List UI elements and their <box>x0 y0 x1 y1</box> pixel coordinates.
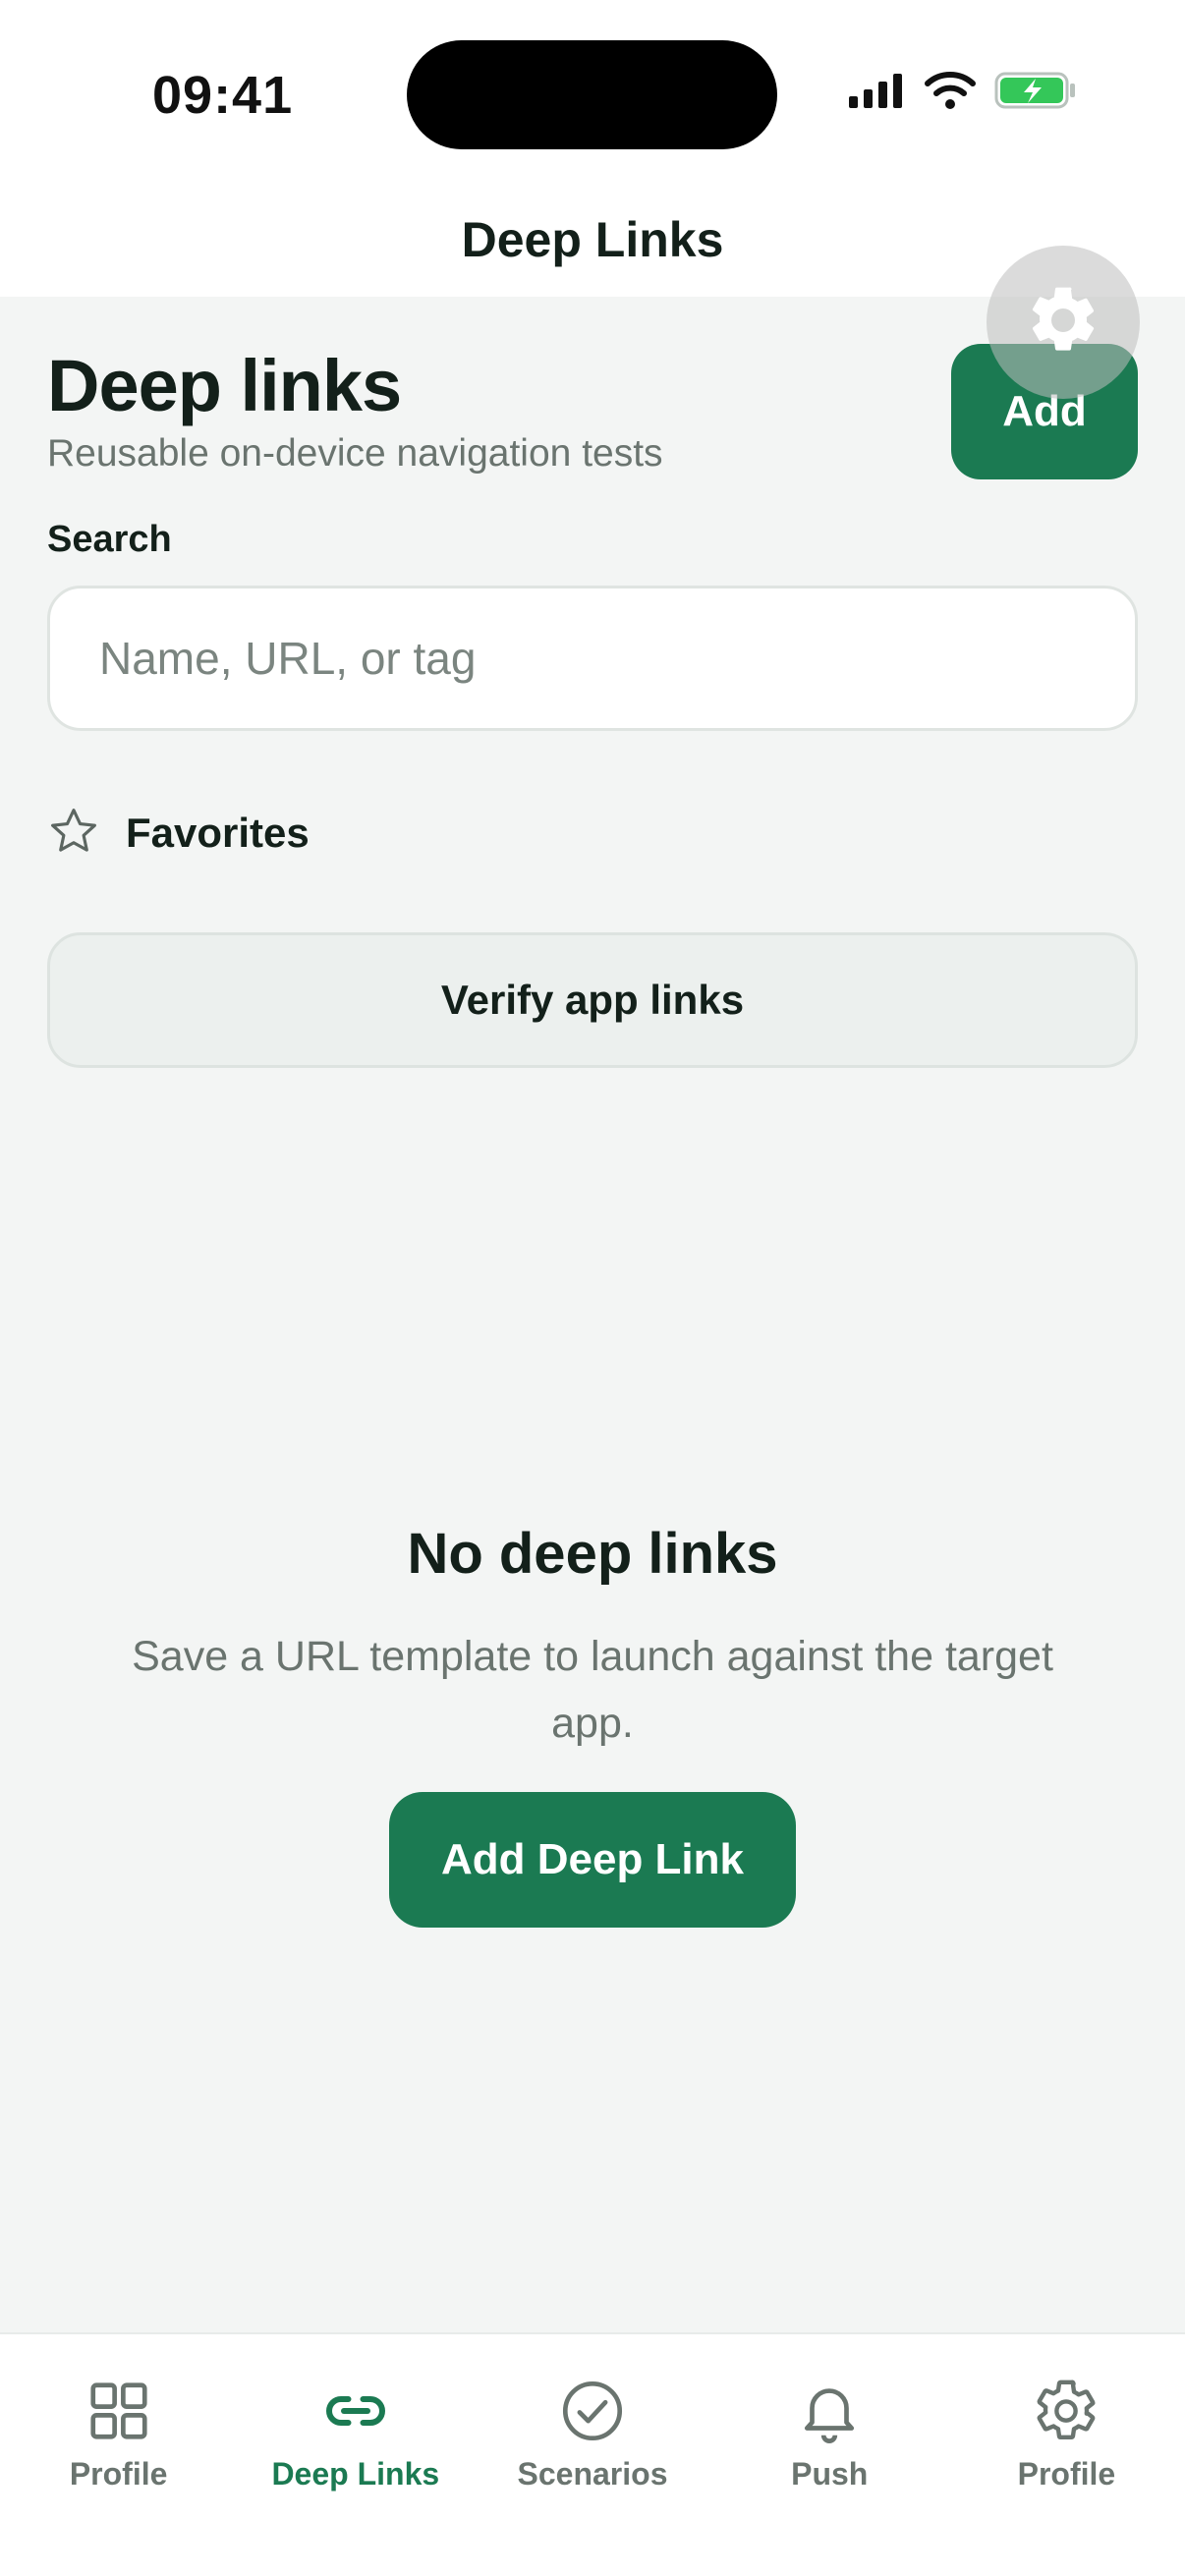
deep-links-screen: 09:41 Deep Links Deep links Reusable on-… <box>0 0 1185 2576</box>
status-time: 09:41 <box>152 66 294 125</box>
tab-deep-links[interactable]: Deep Links <box>237 2334 474 2576</box>
empty-state-title: No deep links <box>407 1522 778 1586</box>
battery-charging-icon <box>994 70 1077 116</box>
favorites-label: Favorites <box>126 810 310 856</box>
bell-icon <box>792 2374 867 2448</box>
star-outline-icon <box>47 805 100 863</box>
tab-bar: Profile Deep Links Scenarios Push Profil… <box>0 2332 1185 2576</box>
page-subtitle: Reusable on-device navigation tests <box>47 432 663 475</box>
favorites-toggle[interactable]: Favorites <box>47 801 310 866</box>
gear-icon <box>1024 281 1102 364</box>
tab-label: Profile <box>1017 2456 1116 2492</box>
tab-label: Deep Links <box>271 2456 440 2492</box>
status-bar: 09:41 <box>0 0 1185 187</box>
nav-title: Deep Links <box>461 212 724 267</box>
wifi-icon <box>924 70 977 116</box>
dynamic-island <box>407 40 777 149</box>
tab-profile[interactable]: Profile <box>0 2334 237 2576</box>
tab-settings-profile[interactable]: Profile <box>948 2334 1185 2576</box>
tab-label: Profile <box>69 2456 168 2492</box>
add-deep-link-button[interactable]: Add Deep Link <box>389 1792 796 1928</box>
check-circle-icon <box>555 2374 630 2448</box>
gear-icon <box>1029 2374 1103 2448</box>
tab-scenarios[interactable]: Scenarios <box>474 2334 710 2576</box>
status-icons <box>847 71 1077 114</box>
search-input[interactable] <box>47 586 1138 731</box>
search-label: Search <box>47 519 172 560</box>
tab-push[interactable]: Push <box>711 2334 948 2576</box>
link-icon <box>318 2374 393 2448</box>
verify-app-links-button[interactable]: Verify app links <box>47 932 1138 1068</box>
empty-state-text: Save a URL template to launch against th… <box>132 1633 1053 1747</box>
page-title: Deep links <box>47 345 402 426</box>
floating-settings-button[interactable] <box>987 246 1140 399</box>
tab-label: Push <box>791 2456 869 2492</box>
grid-icon <box>82 2374 156 2448</box>
tab-label: Scenarios <box>517 2456 668 2492</box>
cellular-signal-icon <box>847 71 906 115</box>
